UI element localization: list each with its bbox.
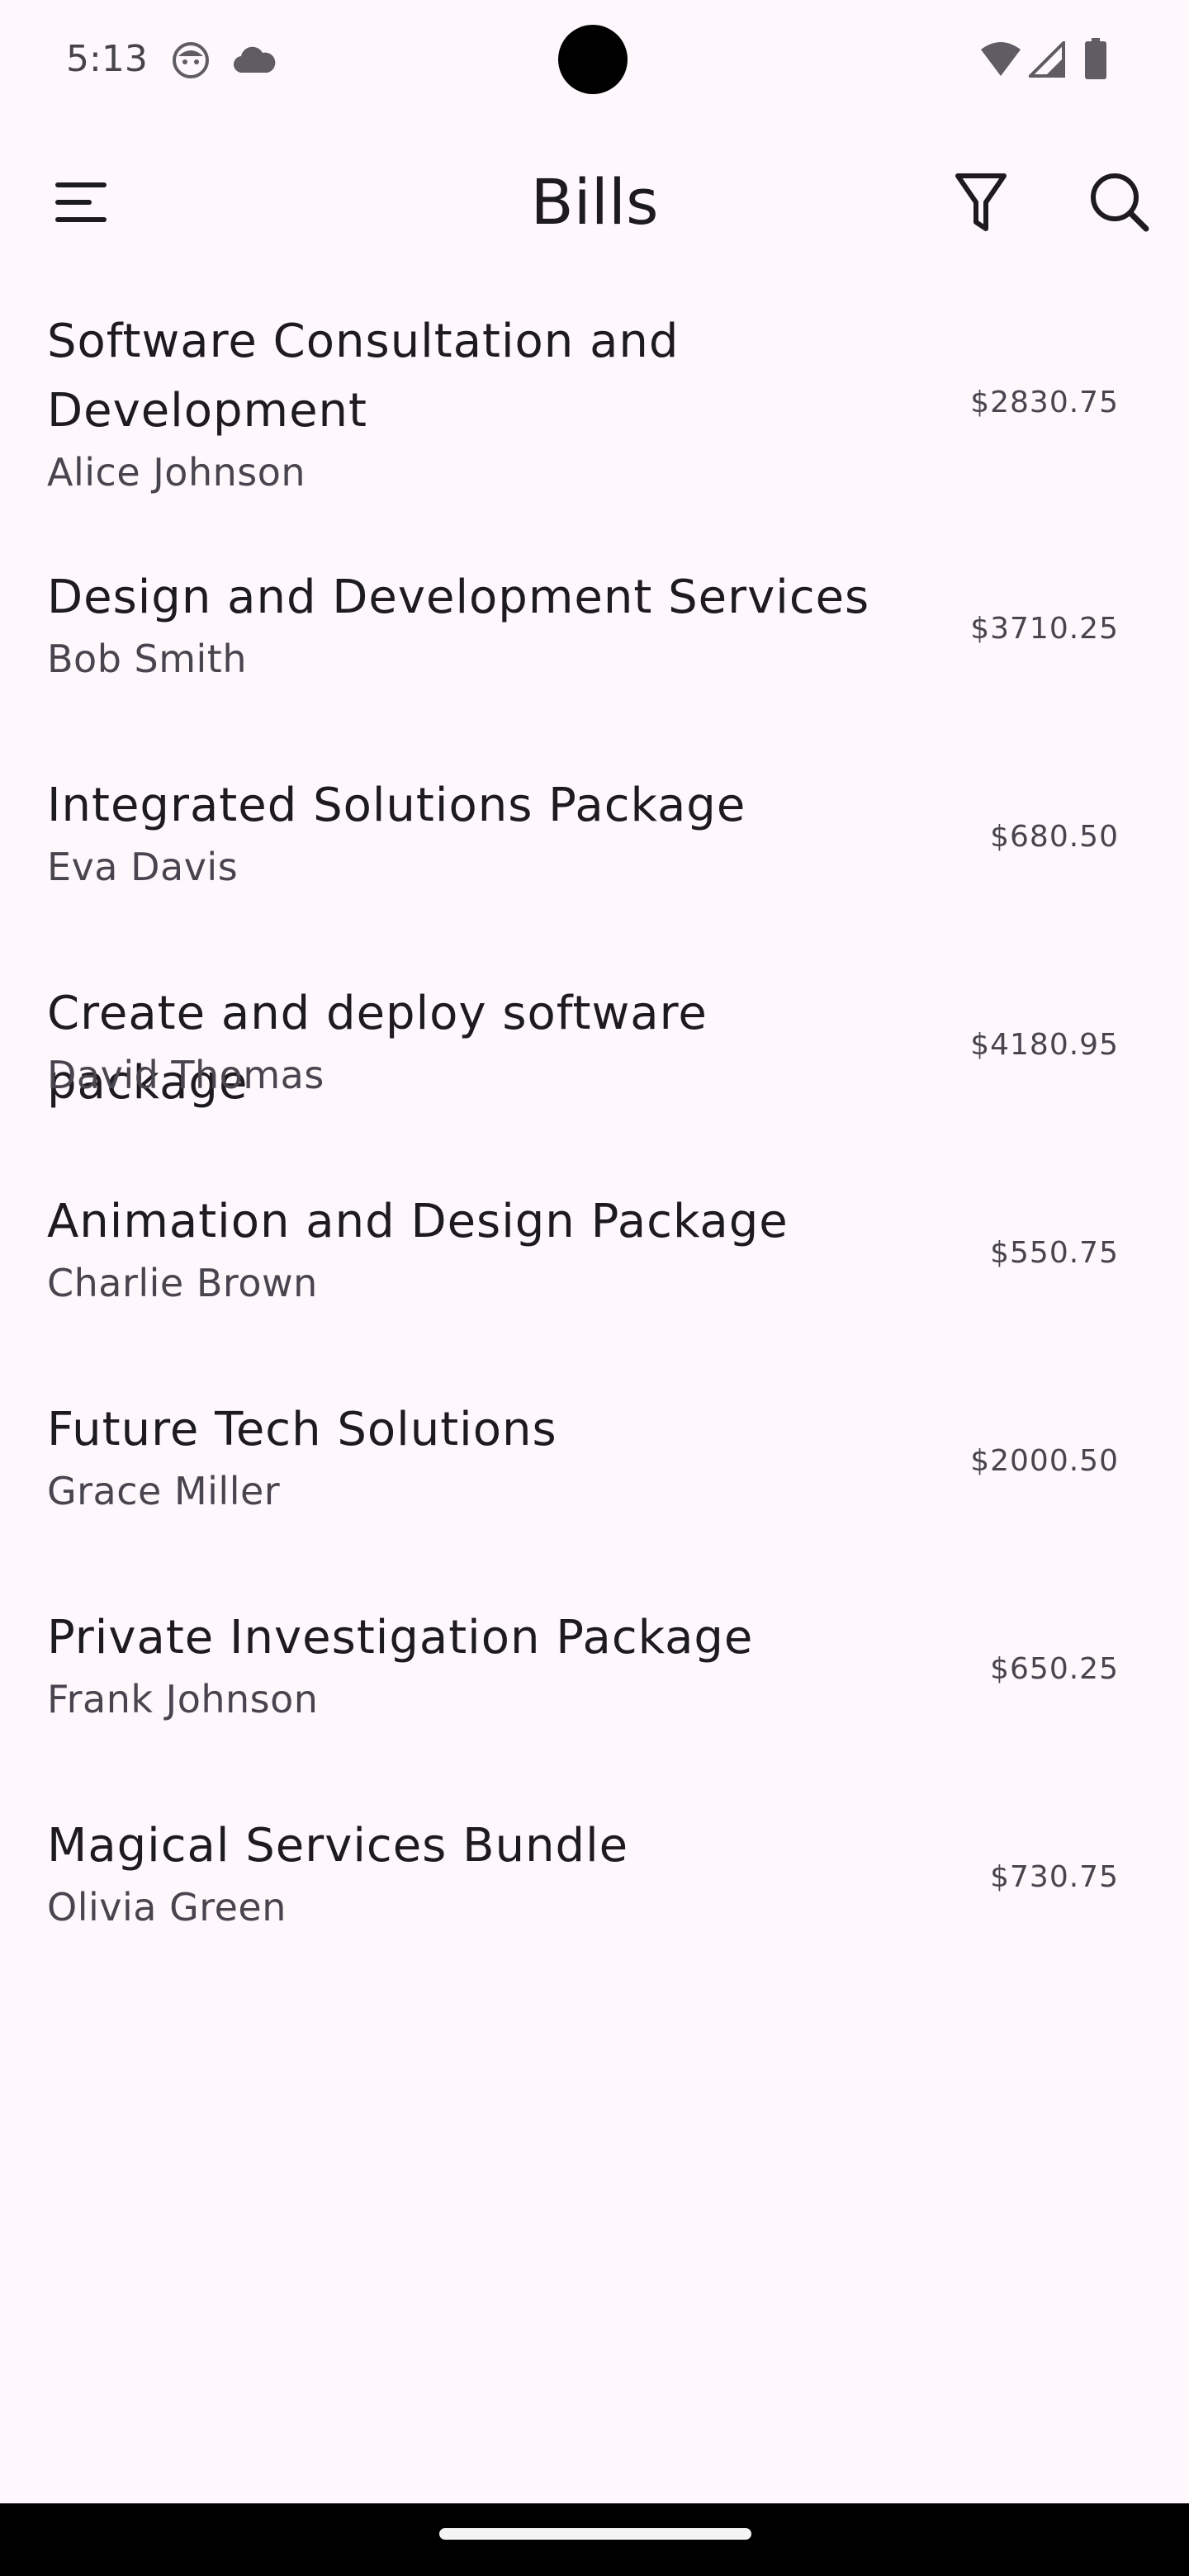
battery-icon bbox=[1085, 38, 1106, 79]
bill-client: Charlie Brown bbox=[47, 1261, 318, 1305]
bill-client: Bob Smith bbox=[47, 637, 248, 681]
bill-title: Integrated Solutions Package bbox=[47, 779, 746, 832]
bill-amount: $3710.25 bbox=[970, 612, 1119, 646]
bill-amount: $730.75 bbox=[990, 1860, 1119, 1894]
bill-amount: $2000.50 bbox=[970, 1444, 1119, 1478]
bill-title: Future Tech Solutions bbox=[47, 1403, 557, 1456]
search-icon bbox=[1091, 173, 1149, 232]
bill-client: Olivia Green bbox=[47, 1885, 287, 1930]
bill-amount: $2830.75 bbox=[970, 386, 1119, 419]
bill-title: Animation and Design Package bbox=[47, 1195, 789, 1248]
bill-amount: $4180.95 bbox=[970, 1028, 1119, 1062]
bill-amount: $680.50 bbox=[990, 820, 1119, 854]
top-app-bar: Bills bbox=[0, 132, 1189, 272]
face-icon bbox=[173, 42, 209, 78]
signal-icon bbox=[1029, 41, 1065, 78]
bill-title: Private Investigation Package bbox=[47, 1611, 754, 1664]
list-item[interactable]: Magical Services Bundle Olivia Green $73… bbox=[0, 1793, 1189, 2001]
bill-client: Eva Davis bbox=[47, 845, 239, 889]
search-button[interactable] bbox=[1070, 153, 1169, 252]
bill-title: Design and Development Services bbox=[47, 571, 870, 624]
list-item[interactable]: Future Tech Solutions Grace Miller $2000… bbox=[0, 1377, 1189, 1585]
navigation-bar bbox=[0, 2503, 1189, 2576]
filter-button[interactable] bbox=[931, 153, 1030, 252]
list-item[interactable]: Software Consultation and Development Al… bbox=[0, 297, 1189, 545]
bill-client: Frank Johnson bbox=[47, 1677, 319, 1721]
bill-title: Magical Services Bundle bbox=[47, 1819, 629, 1873]
bill-amount: $550.75 bbox=[990, 1236, 1119, 1270]
bill-client: Alice Johnson bbox=[47, 450, 306, 495]
status-bar: 5:13 bbox=[0, 0, 1189, 116]
bill-client: David Thomas bbox=[47, 1053, 324, 1097]
list-item[interactable]: Animation and Design Package Charlie Bro… bbox=[0, 1169, 1189, 1377]
status-time: 5:13 bbox=[66, 38, 148, 80]
bill-client: Grace Miller bbox=[47, 1469, 281, 1513]
list-item[interactable]: Create and deploy software package David… bbox=[0, 961, 1189, 1169]
wifi-icon bbox=[981, 42, 1021, 76]
home-gesture-handle[interactable] bbox=[439, 2528, 751, 2540]
list-item[interactable]: Design and Development Services Bob Smit… bbox=[0, 545, 1189, 753]
cloud-icon bbox=[233, 46, 276, 73]
filter-icon bbox=[955, 173, 1007, 231]
camera-cutout bbox=[558, 25, 628, 94]
list-item[interactable]: Integrated Solutions Package Eva Davis $… bbox=[0, 753, 1189, 961]
list-item[interactable]: Private Investigation Package Frank John… bbox=[0, 1585, 1189, 1793]
bill-amount: $650.25 bbox=[990, 1652, 1119, 1686]
bill-title: Software Consultation and Development bbox=[47, 315, 680, 438]
